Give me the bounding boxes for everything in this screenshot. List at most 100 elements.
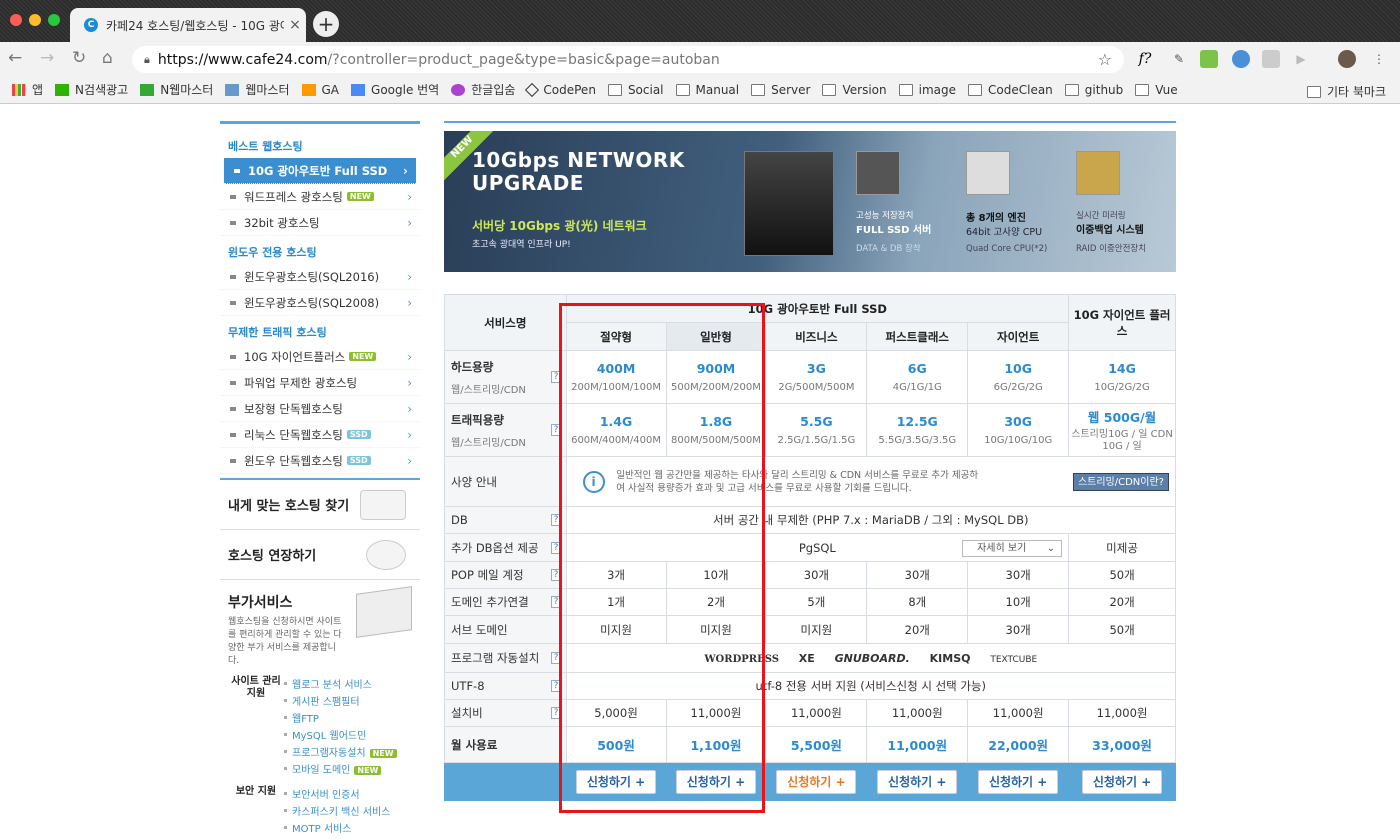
row-label: 트래픽용량 xyxy=(451,412,504,427)
url-host: https://www.cafe24.com xyxy=(157,51,328,68)
sidebar-item-32bit[interactable]: 32bit 광호스팅 › xyxy=(220,210,420,236)
avatar[interactable] xyxy=(1338,50,1356,68)
spec-cell: i 일반적인 웹 공간만을 제공하는 타사와 달리 스트리밍 & CDN 서비스… xyxy=(565,456,1177,507)
row-header-monthly-fee: 월 사용료 xyxy=(444,726,567,763)
browser-tab[interactable]: C 카페24 호스팅/웹호스팅 - 10G 광아 × xyxy=(70,8,306,42)
arrow-extension-icon[interactable]: ▶ xyxy=(1292,50,1310,68)
bookmark-folder-manual[interactable]: Manual xyxy=(675,82,740,97)
addon-link[interactable]: MySQL 웹어드민 xyxy=(284,727,397,744)
bookmark-apps[interactable]: 앱 xyxy=(12,81,43,98)
bookmark-codepen[interactable]: CodePen xyxy=(525,82,596,97)
help-icon[interactable]: ? xyxy=(550,680,562,692)
new-tab-button[interactable]: + xyxy=(313,11,339,37)
chevron-right-icon: › xyxy=(407,349,412,364)
detail-dropdown[interactable]: 자세히 보기 ⌄ xyxy=(962,539,1063,557)
cell-subvalue: 2.5G/1.5G/1.5G xyxy=(777,435,856,446)
help-icon[interactable]: ? xyxy=(550,371,562,383)
bookmark-folder-social[interactable]: Social xyxy=(607,83,664,97)
streaming-cdn-button[interactable]: 스트리밍/CDN이란? xyxy=(1072,472,1169,491)
apply-button[interactable]: 신청하기 + xyxy=(576,769,657,794)
addon-link[interactable]: 웹FTP xyxy=(284,710,397,727)
feature-mirroring: 실시간 미러링 이중백업 시스템 RAID 이중안전장치 xyxy=(1076,151,1176,254)
textcube-logo: TEXTCUBE xyxy=(990,654,1038,665)
table-cell: 미지원 xyxy=(765,615,868,644)
forward-icon[interactable]: → xyxy=(40,48,54,68)
sidebar-item-windows-sql2016[interactable]: 윈도우광호스팅(SQL2016) › xyxy=(220,264,420,290)
close-tab-icon[interactable]: × xyxy=(284,17,306,33)
help-icon[interactable]: ? xyxy=(550,596,562,608)
bars-extension-icon[interactable] xyxy=(1262,50,1280,68)
maximize-window-button[interactable] xyxy=(48,14,60,26)
help-icon[interactable]: ? xyxy=(550,652,562,664)
back-icon[interactable]: ← xyxy=(8,48,22,68)
sidebar-item-windows-dedicated[interactable]: 윈도우 단독웹호스팅 SSD › xyxy=(220,448,420,474)
bookmark-folder-image[interactable]: image xyxy=(898,83,956,97)
gnuboard-logo: GNUBOARD. xyxy=(834,651,910,665)
table-cell: 22,000원 xyxy=(967,726,1070,763)
apps-grid-icon xyxy=(12,83,26,96)
plan-header: 퍼스트클래스 xyxy=(866,322,969,351)
extension-f-icon[interactable]: f? xyxy=(1136,50,1154,68)
addon-link[interactable]: 모바일 도메인 NEW xyxy=(284,761,397,778)
row-header-traffic: 트래픽용량 웹/스트리밍/CDN? xyxy=(444,403,567,457)
help-icon[interactable]: ? xyxy=(550,541,562,554)
addon-link[interactable]: 프로그램자동설치 NEW xyxy=(284,744,397,761)
apply-button[interactable]: 신청하기 + xyxy=(1082,769,1163,794)
find-hosting-link[interactable]: 내게 맞는 호스팅 찾기 xyxy=(220,480,420,530)
green-extension-icon[interactable] xyxy=(1200,50,1218,68)
folder-icon xyxy=(898,83,913,96)
sidebar-item-10g-autoban[interactable]: 10G 광아우토반 Full SSD › xyxy=(224,158,416,184)
bookmark-folder-version[interactable]: Version xyxy=(822,83,887,97)
addon-link[interactable]: 보안서버 인증서 xyxy=(284,786,390,803)
bookmark-label: Manual xyxy=(695,82,740,97)
table-cell: 500원 xyxy=(565,726,667,763)
sidebar-item-powerup[interactable]: 파워업 무제한 광호스팅 › xyxy=(220,370,420,396)
home-icon[interactable]: ⌂ xyxy=(102,48,113,68)
bookmark-n-webmaster[interactable]: N웹마스터 xyxy=(140,81,213,98)
close-window-button[interactable] xyxy=(10,14,22,26)
addon-description: 웹호스팅을 신청하시면 사이트를 편리하게 관리할 수 있는 다양한 부가 서비… xyxy=(228,617,342,666)
bookmark-webmaster[interactable]: 웹마스터 xyxy=(225,81,290,98)
apply-button[interactable]: 신청하기 + xyxy=(978,769,1059,794)
new-badge: NEW xyxy=(354,766,382,775)
sidebar-item-guaranteed[interactable]: 보장형 단독웹호스팅 › xyxy=(220,396,420,422)
extend-hosting-link[interactable]: 호스팅 연장하기 xyxy=(220,530,420,580)
help-icon[interactable]: ? xyxy=(550,707,562,719)
reload-icon[interactable]: ↻ xyxy=(72,48,86,68)
bookmark-hangul-ipsum[interactable]: 한글입숨 xyxy=(451,81,515,98)
help-icon[interactable]: ? xyxy=(550,569,562,581)
cell-subvalue: 스트리밍10G / 일 CDN 10G / 일 xyxy=(1071,429,1173,452)
browser-toolbar: ← → ↻ ⌂ 🔒︎ https://www.cafe24.com/?contr… xyxy=(0,42,1400,76)
bookmark-folder-codeclean[interactable]: CodeClean xyxy=(968,83,1053,97)
sidebar-item-linux-dedicated[interactable]: 리눅스 단독웹호스팅 SSD › xyxy=(220,422,420,448)
monitor-icon xyxy=(140,83,155,96)
addon-link[interactable]: 카스퍼스키 백신 서비스 xyxy=(284,803,390,820)
addon-link[interactable]: MOTP 서비스 xyxy=(284,820,390,837)
help-icon[interactable]: ? xyxy=(550,514,562,526)
menu-kebab-icon[interactable]: ⋮ xyxy=(1370,50,1388,68)
address-bar[interactable]: 🔒︎ https://www.cafe24.com/?controller=pr… xyxy=(132,46,1124,73)
bookmark-google-translate[interactable]: Google 번역 xyxy=(351,81,439,98)
apply-button[interactable]: 신청하기 + xyxy=(675,769,756,794)
apply-button[interactable]: 신청하기 + xyxy=(776,769,857,794)
help-icon[interactable]: ? xyxy=(550,424,562,436)
sidebar-item-wordpress[interactable]: 워드프레스 광호스팅 NEW › xyxy=(220,184,420,210)
addon-link[interactable]: 웹로그 분석 서비스 xyxy=(284,676,397,693)
eyedropper-extension-icon[interactable]: ✎ xyxy=(1170,50,1188,68)
sidebar-item-giant-plus[interactable]: 10G 자이언트플러스 NEW › xyxy=(220,344,420,370)
table-cell: 2개 xyxy=(665,588,767,616)
bookmark-n-ads[interactable]: N검색광고 xyxy=(55,81,128,98)
apply-button[interactable]: 신청하기 + xyxy=(877,769,958,794)
bullet-icon xyxy=(230,194,236,199)
other-bookmarks[interactable]: 기타 북마크 xyxy=(1306,83,1386,100)
bookmark-folder-server[interactable]: Server xyxy=(751,83,810,97)
minimize-window-button[interactable] xyxy=(29,14,41,26)
bookmark-folder-vue[interactable]: Vue xyxy=(1135,83,1178,97)
bookmark-star-icon[interactable]: ☆ xyxy=(1098,50,1112,69)
sidebar-item-windows-sql2008[interactable]: 윈도우광호스팅(SQL2008) › xyxy=(220,290,420,316)
addon-link[interactable]: 게시판 스팸필터 xyxy=(284,693,397,710)
shield-extension-icon[interactable] xyxy=(1232,50,1250,68)
bookmark-folder-github[interactable]: github xyxy=(1064,83,1123,97)
cell-subvalue: 2G/500M/500M xyxy=(778,382,855,393)
bookmark-ga[interactable]: GA xyxy=(301,83,339,97)
